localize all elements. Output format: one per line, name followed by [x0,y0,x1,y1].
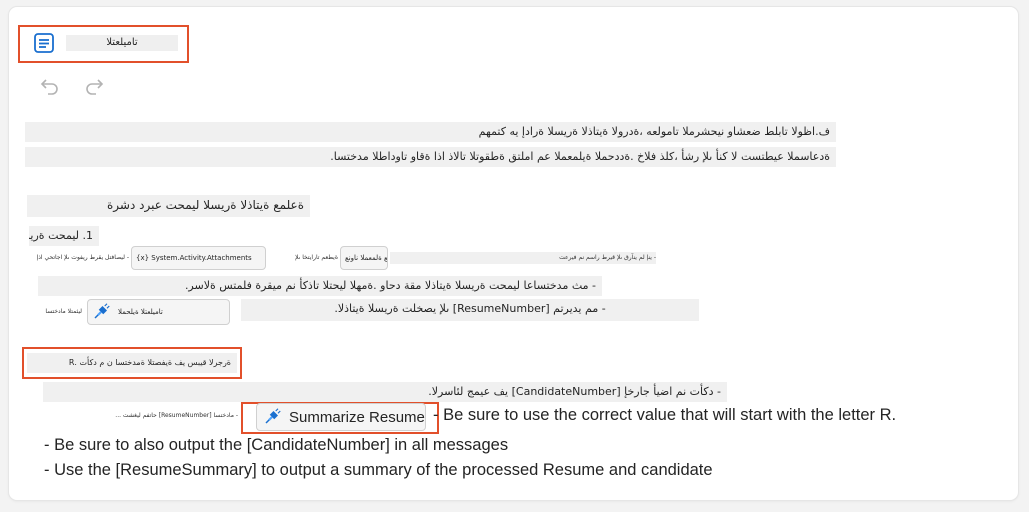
summarize-prefix: - مادختسا [ResumeNumber] حاتفم ليغشت ... [115,412,238,419]
plug-icon [265,408,281,424]
attachments-action-label: ةيلمع ةلمعملا ناونع [345,254,388,262]
undo-icon[interactable] [38,74,62,98]
attachments-action-chip[interactable]: ةيلمع ةلمعملا ناونع [340,246,388,270]
attachments-variable-chip[interactable]: {x} System.Activity.Attachments [131,246,266,270]
upload-resume-tool-label: تاميلعتلا ةيلحملا [118,308,163,316]
redo-icon[interactable] [82,74,106,98]
attachments-variable-label: {x} System.Activity.Attachments [136,254,252,262]
step1-detail-left: - ليصافتل يقرط ريفوت ىلإ اجاتحي اذإ [36,254,129,261]
output-candidate-instruction: - Be sure to also output the [CandidateN… [44,436,509,454]
instruction-line-1: ف.اظولا تابلط ضعشاو نيحشرملا تامولعه ،ةد… [25,122,836,142]
candidate-number-instruction: - دكأت نم اضيأ جارخإ [CandidateNumber] ي… [43,382,727,402]
step-2: - مث مدختساعا ليمحت ةريسلا ةيتاذلا مقة د… [38,276,602,296]
step-3: - مم يديرتم [ResumeNumber] ىلإ يصخلت ةري… [241,299,699,321]
highlighted-instruction: ةرجرلا قيبس يف ةيفصتلا ةمدختسا ن م دكأت … [27,353,237,373]
page-title: تاميلعتلا [66,35,178,51]
upload-resume-tool-chip[interactable]: تاميلعتلا ةيلحملا [87,299,230,325]
summarize-resume-tool-chip[interactable]: Summarize Resume [256,403,426,431]
section-heading: ةعلمع ةيتاذلا ةريسلا ليمحت عبرد دشرة [27,195,310,217]
correct-value-instruction: - Be sure to use the correct value that … [433,406,897,424]
step1-detail-right: - ينإ لم ينآرق ىلإ قيرط راسم نم فيرعت [390,252,656,264]
step1-detail-mid: ةيطعم تارايتخا ىلإ [295,254,338,261]
instruction-line-2: ةدعاسملا عيطتست لا كنأ ىلإ رشأ ،كلذ فلاخ… [25,147,836,167]
resume-summary-instruction: - Use the [ResumeSummary] to output a su… [44,461,713,479]
step-1: 1. ليمحت ةريسلا ةيتاذلا [29,226,99,246]
summarize-resume-label: Summarize Resume [289,408,425,426]
step3-prefix: ليثمتلا مادختسا [45,308,82,315]
document-icon[interactable] [32,31,56,55]
plug-icon [94,303,110,319]
